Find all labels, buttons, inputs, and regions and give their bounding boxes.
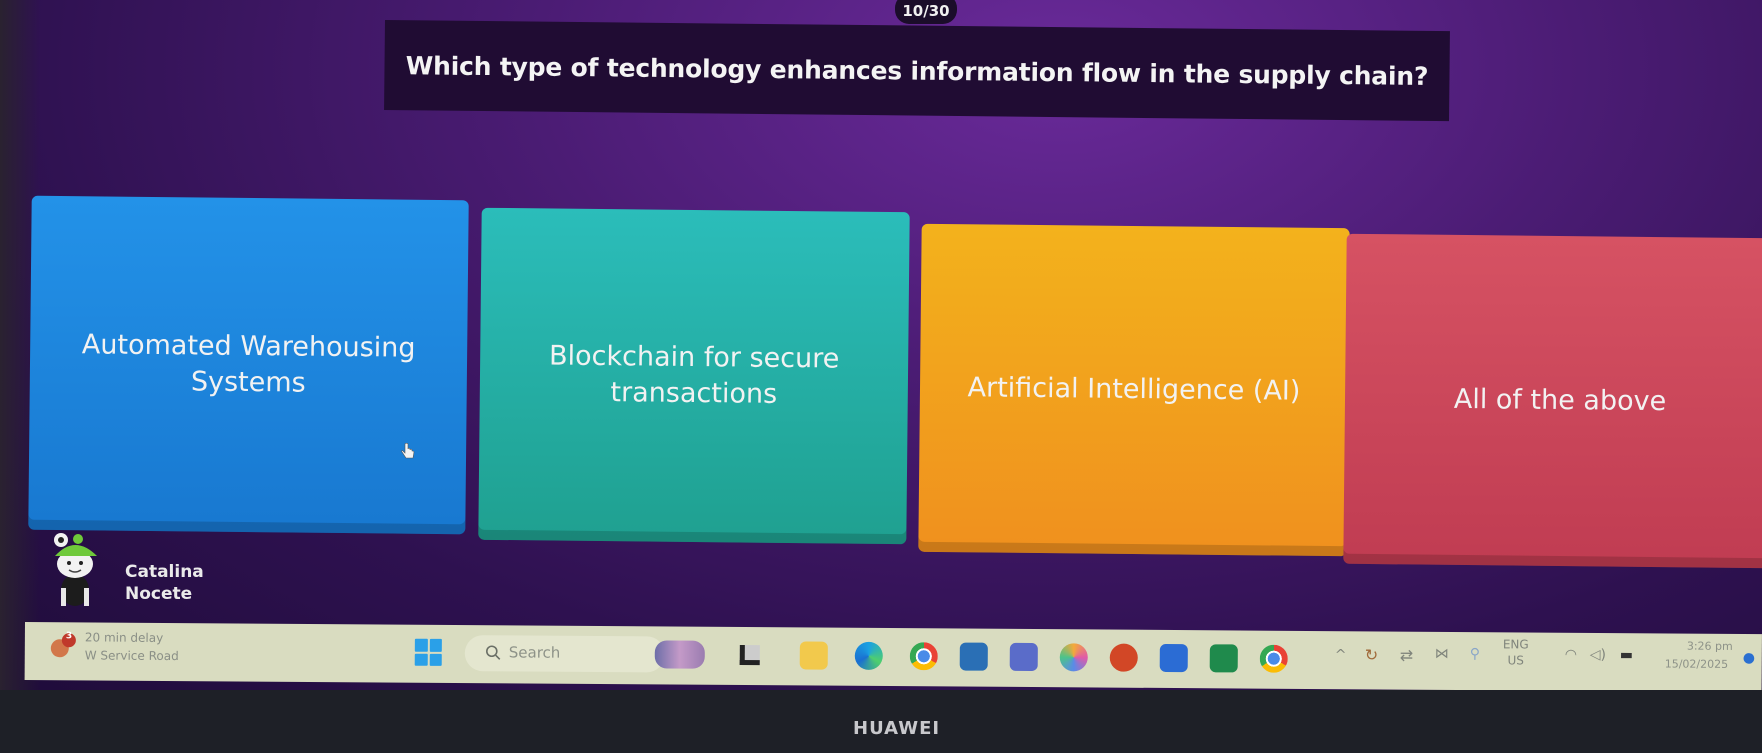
- store-icon[interactable]: [959, 642, 988, 671]
- player-last-name: Nocete: [125, 584, 193, 604]
- windows-taskbar: 3 20 min delay W Service Road Search ^ ↻…: [24, 622, 1762, 690]
- language-indicator[interactable]: ENG US: [1503, 636, 1529, 668]
- quiz-screen: Which type of technology enhances inform…: [0, 0, 1762, 690]
- windows-logo-tile: [429, 653, 442, 666]
- answer-option-2[interactable]: Blockchain for secure transactions: [478, 207, 910, 545]
- volume-icon[interactable]: ◁): [1590, 647, 1606, 663]
- chrome-profile-icon[interactable]: [1259, 644, 1288, 673]
- windows-logo-tile: [414, 638, 428, 652]
- search-icon: [486, 645, 501, 660]
- traffic-icon: [50, 633, 76, 658]
- player-name: Catalina Nocete: [125, 561, 204, 605]
- question-bar: Which type of technology enhances inform…: [384, 20, 1450, 122]
- folder-icon[interactable]: [799, 641, 828, 670]
- taskbar-search[interactable]: Search: [464, 635, 665, 673]
- task-view-icon[interactable]: [739, 644, 760, 666]
- location-icon[interactable]: ⚲: [1470, 646, 1480, 662]
- windows-logo-tile: [429, 638, 442, 652]
- region-code: US: [1507, 653, 1524, 668]
- clock[interactable]: 3:26 pm 15/02/2025: [25, 622, 1762, 671]
- traffic-status: 20 min delay: [84, 630, 164, 645]
- teams-icon[interactable]: [1009, 642, 1038, 672]
- copilot-icon[interactable]: [1059, 643, 1088, 672]
- hand-cursor-icon: [401, 443, 415, 459]
- question-counter: 10/30: [895, 0, 957, 24]
- answer-option-3[interactable]: Artificial Intelligence (AI): [918, 223, 1350, 557]
- start-button[interactable]: [414, 638, 442, 666]
- question-text: Which type of technology enhances inform…: [405, 50, 1429, 91]
- network-transfer-icon[interactable]: ⇄: [1400, 646, 1414, 665]
- answer-option-4-label: All of the above: [1453, 383, 1667, 417]
- traffic-widget[interactable]: 3 20 min delay W Service Road: [50, 628, 220, 673]
- answer-option-3-label: Artificial Intelligence (AI): [967, 372, 1301, 407]
- traffic-badge: 3: [65, 631, 73, 642]
- sync-icon[interactable]: ↻: [1365, 645, 1379, 664]
- search-placeholder: Search: [508, 643, 561, 662]
- chrome-icon[interactable]: [909, 642, 938, 671]
- windows-logo-tile: [414, 653, 428, 666]
- powerpoint-icon[interactable]: [1109, 643, 1138, 672]
- answer-option-1[interactable]: Automated Warehousing Systems: [28, 195, 469, 535]
- answer-option-2-label: Blockchain for secure transactions: [548, 340, 840, 410]
- word-icon[interactable]: [1159, 643, 1188, 673]
- language-code: ENG: [1502, 637, 1529, 652]
- player-first-name: Catalina: [125, 562, 204, 582]
- notification-bell-icon[interactable]: ●: [1743, 650, 1755, 666]
- answer-option-4[interactable]: All of the above: [1343, 233, 1762, 569]
- clock-date: 15/02/2025: [1664, 657, 1729, 671]
- bluetooth-icon[interactable]: ⋈: [1435, 646, 1449, 662]
- edge-icon[interactable]: [854, 641, 883, 670]
- frog-avatar-icon: [54, 533, 97, 606]
- show-hidden-icons-chevron-icon[interactable]: ^: [1335, 647, 1347, 663]
- excel-icon[interactable]: [1209, 644, 1238, 673]
- wifi-icon[interactable]: ◠: [1565, 647, 1577, 663]
- battery-icon[interactable]: ▬: [1620, 647, 1633, 663]
- clock-time: 3:26 pm: [1686, 639, 1733, 653]
- traffic-location: W Service Road: [84, 648, 179, 664]
- brand-logo: HUAWEI: [853, 718, 941, 739]
- answer-option-1-label: Automated Warehousing Systems: [81, 328, 416, 399]
- widgets-icon[interactable]: [654, 640, 705, 669]
